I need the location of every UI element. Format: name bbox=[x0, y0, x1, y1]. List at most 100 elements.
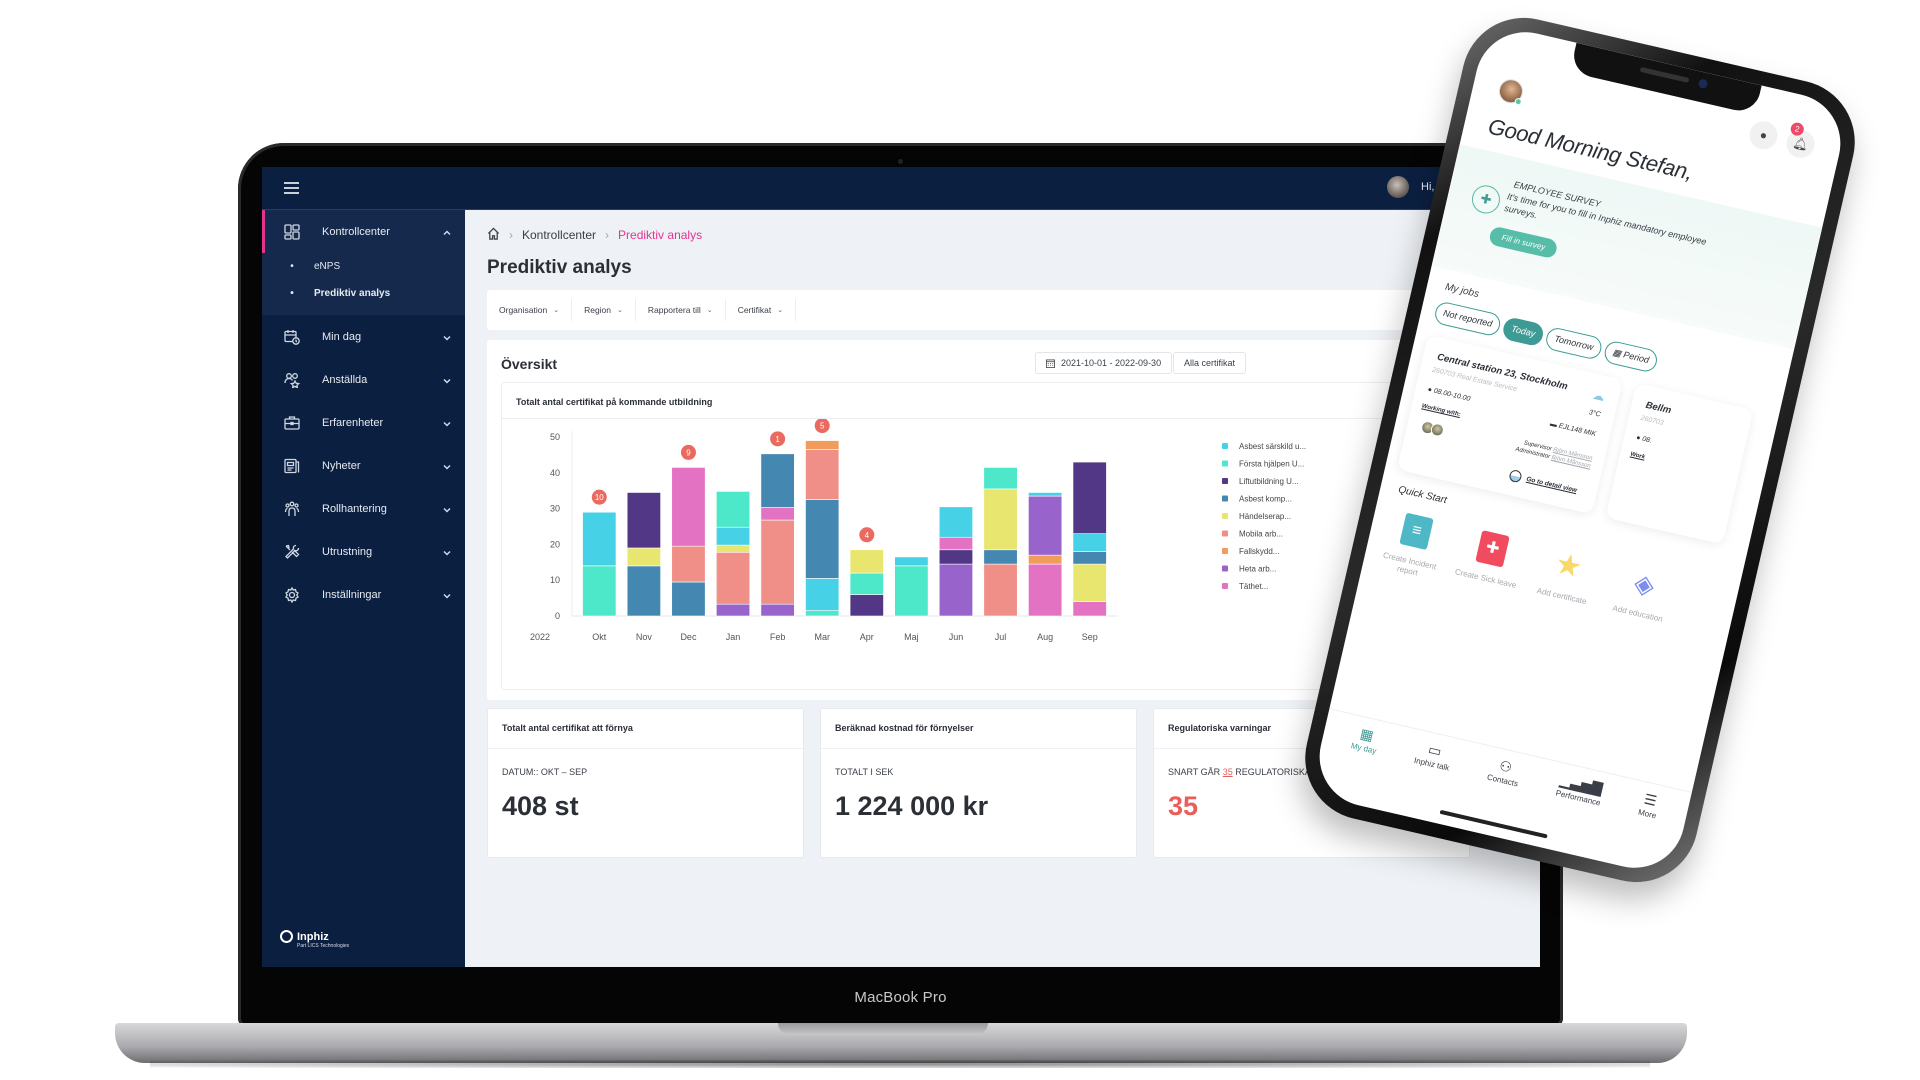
bar-segment bbox=[805, 499, 840, 579]
tab-contacts[interactable]: ⚇ Contacts bbox=[1481, 755, 1523, 812]
filter-region[interactable]: Region ⌄ bbox=[572, 299, 636, 321]
tab-performance[interactable]: ▁▃▅▇ Performance bbox=[1549, 771, 1605, 831]
logo-name: Inphiz bbox=[297, 930, 329, 943]
chevron-down-icon[interactable] bbox=[443, 333, 451, 341]
avatar[interactable] bbox=[1387, 176, 1409, 198]
legend-label: Täthet... bbox=[1239, 582, 1268, 591]
chevron-down-icon[interactable] bbox=[443, 505, 451, 513]
laptop-brand-label: MacBook Pro bbox=[854, 989, 947, 1006]
legend-swatch bbox=[1222, 513, 1228, 519]
bar-segment bbox=[1028, 495, 1063, 556]
chevron-down-icon[interactable] bbox=[443, 462, 451, 470]
bar-segment bbox=[626, 547, 661, 567]
sidebar-item-label: Kontrollcenter bbox=[322, 225, 390, 238]
x-tick-label: Dec bbox=[680, 632, 697, 642]
avatar[interactable] bbox=[1496, 76, 1526, 106]
inphiz-logo: Inphiz Part LICS Technologies bbox=[280, 930, 349, 949]
chevron-down-icon[interactable] bbox=[443, 591, 451, 599]
tab-tomorrow[interactable]: Tomorrow bbox=[1544, 325, 1604, 361]
sidebar-item-nyheter[interactable]: Nyheter bbox=[262, 444, 465, 487]
tab-period-label: Period bbox=[1622, 349, 1651, 366]
stat-value: 408 st bbox=[502, 791, 579, 821]
job-title: Bellm bbox=[1644, 399, 1673, 417]
tab-not-reported[interactable]: Not reported bbox=[1432, 300, 1503, 338]
logo-tagline: Part LICS Technologies bbox=[297, 943, 350, 949]
legend-label: Heta arb... bbox=[1239, 565, 1276, 574]
tab-period[interactable]: ▦ Period bbox=[1602, 339, 1660, 374]
filter-rapportera-till[interactable]: Rapportera till ⌄ bbox=[636, 299, 726, 321]
sidebar-item-utrustning[interactable]: Utrustning bbox=[262, 530, 465, 573]
sidebar-subitem-enps[interactable]: • eNPS bbox=[262, 253, 465, 280]
sidebar-item-label: Anställda bbox=[322, 373, 368, 386]
working-with-label[interactable]: Working with: bbox=[1421, 403, 1461, 418]
sidebar-item-kontrollcenter[interactable]: Kontrollcenter bbox=[262, 210, 465, 253]
quick-start-sick-leave[interactable]: ✚ Create Sick leave bbox=[1448, 525, 1530, 601]
job-card[interactable]: Central station 23, Stockholm 260703 Rea… bbox=[1396, 334, 1623, 515]
page-title: Prediktiv analys bbox=[487, 257, 632, 278]
laptop-base-notch bbox=[778, 1023, 988, 1035]
bar-segment bbox=[983, 549, 1018, 565]
tab-today[interactable]: Today bbox=[1501, 315, 1546, 348]
stat-subtitle-highlight[interactable]: 35 bbox=[1223, 767, 1233, 777]
laptop-camera bbox=[898, 159, 903, 164]
filter-certifikat[interactable]: Certifikat ⌄ bbox=[726, 299, 797, 321]
bar-segment bbox=[1028, 554, 1063, 565]
job-card[interactable]: Bellm 260703 ● 08. Work bbox=[1605, 382, 1754, 545]
bullet-icon: • bbox=[290, 288, 294, 299]
bar-segment bbox=[938, 563, 973, 617]
sidebar-item-erfarenheter[interactable]: Erfarenheter bbox=[262, 401, 465, 444]
sidebar-item-label: Utrustning bbox=[322, 545, 373, 558]
sidebar-item-installningar[interactable]: Inställningar bbox=[262, 573, 465, 616]
sidebar-item-min-dag[interactable]: Min dag bbox=[262, 315, 465, 358]
fill-survey-button[interactable]: Fill in survey bbox=[1487, 225, 1559, 260]
bar-segment bbox=[805, 440, 840, 450]
job-time: ● 08. bbox=[1635, 434, 1652, 444]
certificate-filter-label: Alla certifikat bbox=[1184, 358, 1236, 368]
quick-start-incident-report[interactable]: ≡ Create Incident report bbox=[1372, 508, 1454, 584]
quick-start-certificate[interactable]: ★ Add certificate bbox=[1524, 543, 1606, 619]
working-with-label[interactable]: Work bbox=[1630, 452, 1646, 461]
annotation-label: 9 bbox=[686, 448, 691, 457]
sidebar-item-rollhantering[interactable]: Rollhantering bbox=[262, 487, 465, 530]
bar-segment bbox=[849, 572, 884, 595]
y-tick-label: 10 bbox=[550, 575, 560, 585]
stat-title: Beräknad kostnad för förnyelser bbox=[821, 709, 1136, 749]
y-tick-label: 20 bbox=[550, 539, 560, 549]
y-tick-label: 50 bbox=[550, 432, 560, 442]
tab-more[interactable]: ☰ More bbox=[1632, 790, 1661, 844]
certificate-filter-button[interactable]: Alla certifikat bbox=[1173, 352, 1247, 374]
bar-segment bbox=[760, 519, 795, 605]
sidebar-subitem-prediktiv-analys[interactable]: • Prediktiv analys bbox=[262, 280, 465, 307]
job-roles: Supervisor Björn Månsson Administrator B… bbox=[1515, 438, 1594, 471]
home-icon[interactable] bbox=[487, 227, 500, 243]
laptop-shadow bbox=[150, 1060, 1650, 1068]
bar-segment bbox=[983, 488, 1018, 551]
chevron-down-icon[interactable] bbox=[443, 419, 451, 427]
tab-my-day[interactable]: ▦ My day bbox=[1345, 724, 1382, 779]
bar-segment bbox=[760, 453, 795, 508]
x-tick-label: Feb bbox=[770, 632, 786, 642]
x-tick-label: Okt bbox=[592, 632, 607, 642]
avatar[interactable] bbox=[1429, 422, 1446, 438]
bar-segment bbox=[671, 581, 706, 617]
y-tick-label: 0 bbox=[555, 611, 560, 621]
chevron-down-icon: ⌄ bbox=[617, 307, 623, 314]
breadcrumb-separator: › bbox=[509, 228, 513, 242]
chevron-down-icon[interactable] bbox=[443, 548, 451, 556]
breadcrumb-kontrollcenter[interactable]: Kontrollcenter bbox=[522, 228, 596, 242]
filter-organisation[interactable]: Organisation ⌄ bbox=[487, 299, 573, 321]
survey-icon: ✚ bbox=[1469, 182, 1503, 217]
chat-icon[interactable]: ● bbox=[1746, 118, 1781, 153]
quick-start-education[interactable]: ◈ Add education bbox=[1600, 560, 1682, 636]
menu-icon[interactable] bbox=[284, 182, 299, 194]
legend-label: Mobila arb... bbox=[1239, 530, 1283, 539]
detail-view-link[interactable]: Go to detail view bbox=[1508, 469, 1579, 496]
chevron-up-icon[interactable] bbox=[443, 228, 451, 236]
tab-inphiz-talk[interactable]: ▭ Inphiz talk bbox=[1408, 738, 1455, 796]
sidebar-item-anstallda[interactable]: Anställda bbox=[262, 358, 465, 401]
bell-icon[interactable]: 🔔︎ 2 bbox=[1783, 121, 1818, 161]
stat-card-cost: Beräknad kostnad för förnyelser TOTALT I… bbox=[820, 708, 1137, 858]
bar-segment bbox=[716, 544, 751, 553]
date-range-picker[interactable]: 2021-10-01 - 2022-09-30 bbox=[1035, 352, 1173, 374]
chevron-down-icon[interactable] bbox=[443, 376, 451, 384]
